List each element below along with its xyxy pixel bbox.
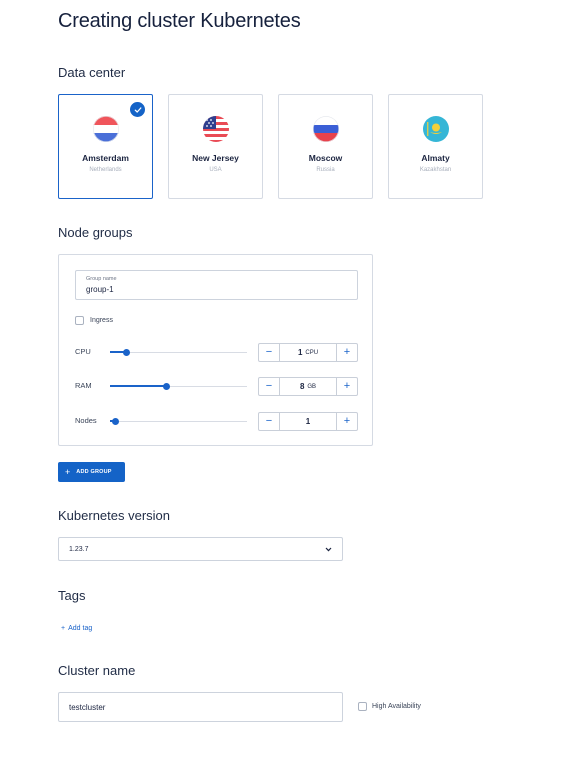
- nodes-slider[interactable]: [110, 418, 247, 425]
- russia-flag-icon: [312, 116, 339, 142]
- data-center-card-moscow[interactable]: Moscow Russia: [278, 94, 373, 199]
- chevron-down-icon: [325, 547, 332, 551]
- kubernetes-version-title: Kubernetes version: [58, 508, 171, 523]
- ram-unit: GB: [307, 383, 317, 390]
- cluster-name-title: Cluster name: [58, 663, 136, 678]
- cluster-name-value: testcluster: [69, 702, 106, 712]
- node-groups-title: Node groups: [58, 225, 133, 240]
- add-tag-label: Add tag: [68, 625, 93, 632]
- cpu-stepper: − 1 CPU +: [258, 343, 358, 362]
- cpu-value: 1: [297, 348, 303, 357]
- high-availability-checkbox[interactable]: [358, 702, 367, 711]
- data-center-title: Data center: [58, 65, 126, 80]
- data-center-country: Russia: [316, 167, 335, 173]
- kazakhstan-flag-icon: [422, 116, 449, 142]
- ram-decrease-button[interactable]: −: [259, 378, 280, 395]
- high-availability-label: High Availability: [372, 703, 421, 710]
- ingress-checkbox[interactable]: [75, 316, 84, 325]
- cpu-increase-button[interactable]: +: [336, 344, 357, 361]
- selected-check-icon: [130, 102, 145, 117]
- page-title: Creating cluster Kubernetes: [58, 10, 301, 32]
- kubernetes-version-select[interactable]: 1.23.7: [58, 537, 343, 561]
- cpu-unit: CPU: [305, 349, 319, 356]
- cluster-name-input[interactable]: testcluster: [58, 692, 343, 722]
- ram-increase-button[interactable]: +: [336, 378, 357, 395]
- cpu-value-field[interactable]: 1 CPU: [280, 344, 336, 361]
- nodes-value: 1: [305, 417, 311, 426]
- cpu-row: CPU − 1 CPU +: [75, 343, 358, 362]
- group-name-input[interactable]: Group name group-1: [75, 270, 358, 300]
- cpu-slider[interactable]: [110, 349, 247, 356]
- ram-slider[interactable]: [110, 383, 247, 390]
- nodes-increase-button[interactable]: +: [336, 413, 357, 430]
- tags-title: Tags: [58, 588, 86, 603]
- nodes-stepper: − 1 +: [258, 412, 358, 431]
- netherlands-flag-icon: [92, 116, 119, 142]
- data-center-card-new-jersey[interactable]: New Jersey USA: [168, 94, 263, 199]
- node-group-panel: Group name group-1 Ingress CPU − 1 CPU +…: [58, 254, 373, 446]
- cpu-decrease-button[interactable]: −: [259, 344, 280, 361]
- data-center-name: Moscow: [308, 153, 343, 163]
- cpu-label: CPU: [75, 347, 91, 356]
- add-group-button[interactable]: + ADD GROUP: [58, 462, 125, 482]
- ram-stepper: − 8 GB +: [258, 377, 358, 396]
- data-center-card-amsterdam[interactable]: Amsterdam Netherlands: [58, 94, 153, 199]
- ram-value-field[interactable]: 8 GB: [280, 378, 336, 395]
- ram-label: RAM: [75, 381, 92, 390]
- data-center-country: Kazakhstan: [419, 167, 452, 173]
- plus-icon: +: [65, 466, 71, 477]
- data-center-card-almaty[interactable]: Almaty Kazakhstan: [388, 94, 483, 199]
- data-center-country: Netherlands: [89, 167, 122, 173]
- plus-icon: +: [61, 625, 66, 632]
- add-group-label: ADD GROUP: [76, 469, 112, 475]
- ingress-option: Ingress: [75, 316, 113, 325]
- cpu-slider-thumb[interactable]: [122, 349, 130, 356]
- ram-value: 8: [299, 382, 305, 391]
- nodes-value-field[interactable]: 1: [280, 413, 336, 430]
- kubernetes-version-value: 1.23.7: [69, 545, 89, 553]
- group-name-value: group-1: [86, 285, 114, 294]
- data-center-name: Amsterdam: [82, 153, 129, 163]
- group-name-label: Group name: [86, 276, 117, 282]
- add-tag-link[interactable]: + Add tag: [61, 625, 92, 632]
- nodes-row: Nodes − 1 +: [75, 412, 358, 431]
- nodes-slider-thumb[interactable]: [111, 418, 119, 425]
- data-center-name: New Jersey: [192, 153, 239, 163]
- ingress-label: Ingress: [90, 317, 113, 324]
- data-center-country: USA: [209, 167, 222, 173]
- ram-row: RAM − 8 GB +: [75, 377, 358, 396]
- nodes-decrease-button[interactable]: −: [259, 413, 280, 430]
- data-center-list: Amsterdam Netherlands New Jersey USA Mos…: [58, 94, 483, 199]
- high-availability-option: High Availability: [358, 702, 421, 711]
- ram-slider-fill: [110, 385, 167, 387]
- data-center-name: Almaty: [421, 153, 450, 163]
- usa-flag-icon: [202, 116, 229, 142]
- ram-slider-thumb[interactable]: [162, 383, 170, 390]
- nodes-label: Nodes: [75, 416, 97, 425]
